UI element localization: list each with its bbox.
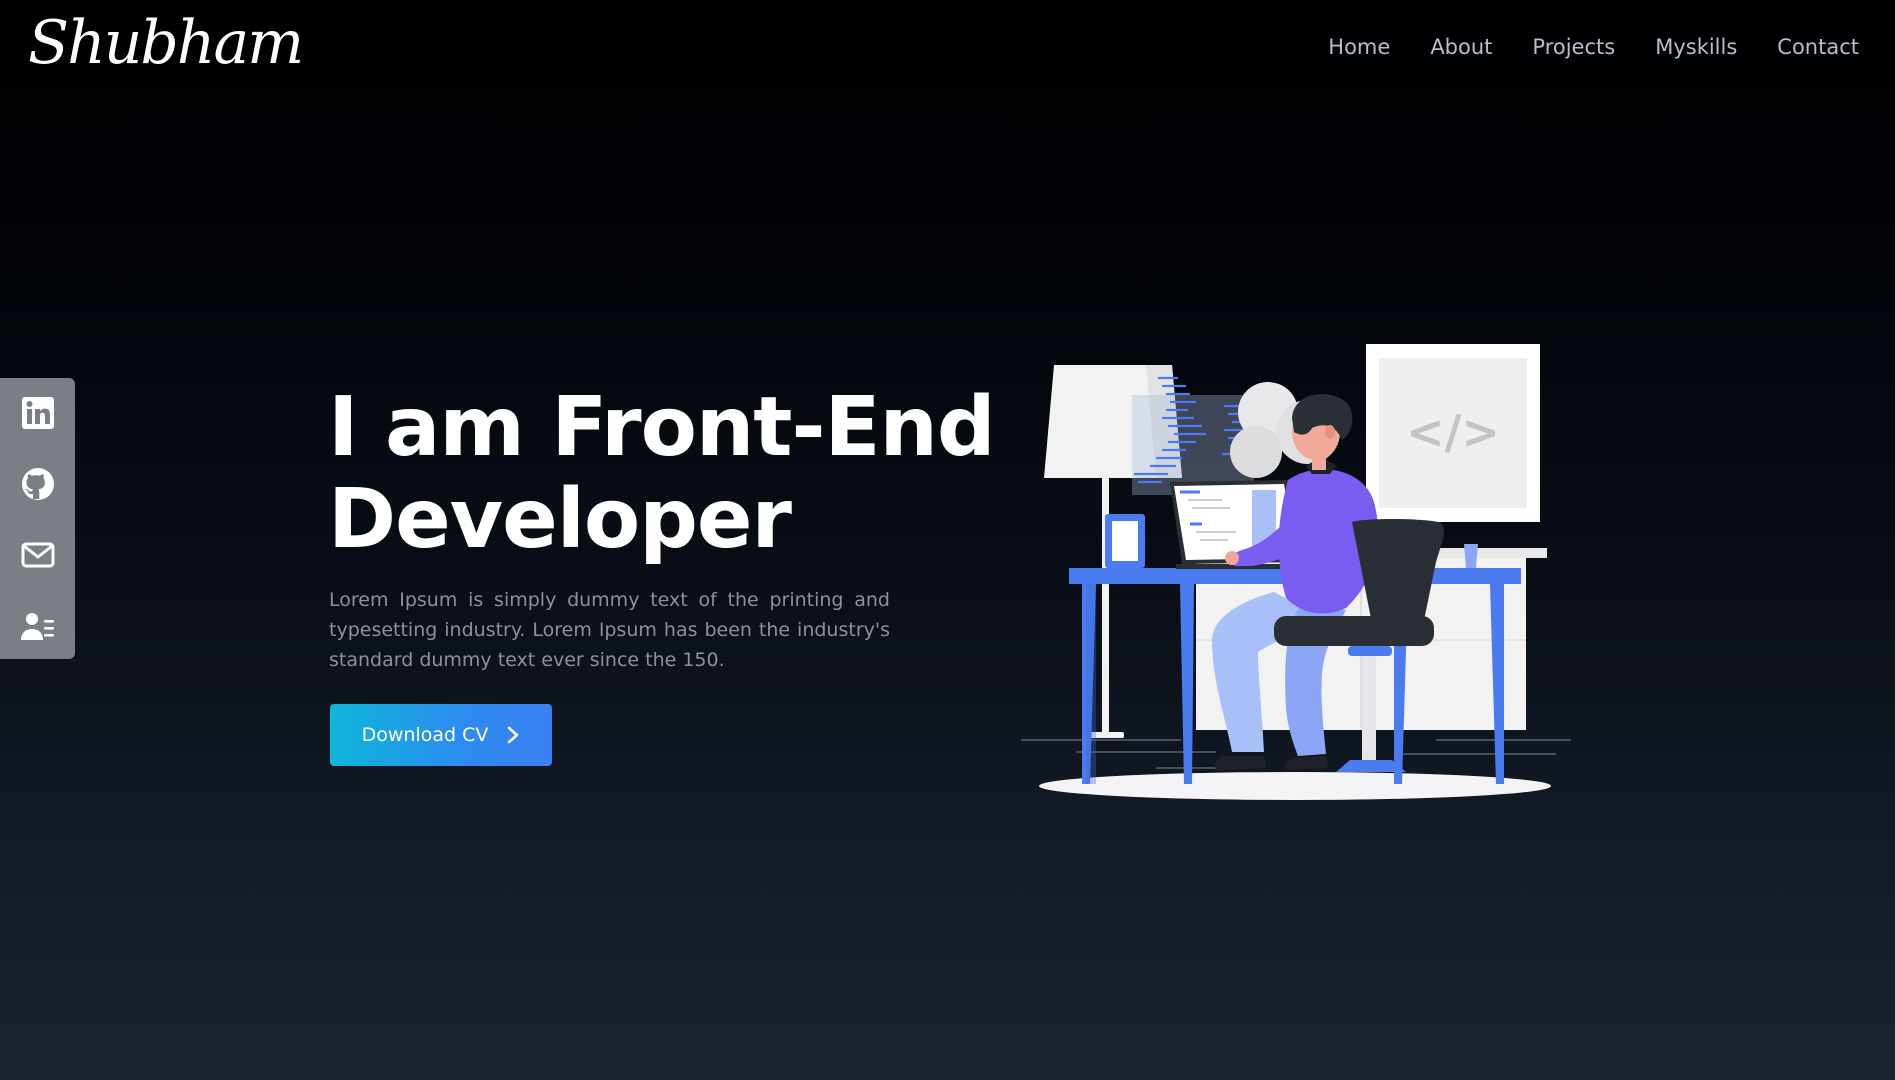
nav-link-home[interactable]: Home [1328, 35, 1390, 59]
nav-link-about[interactable]: About [1430, 35, 1492, 59]
github-icon [21, 468, 54, 500]
download-cv-label: Download CV [361, 724, 489, 746]
chevron-right-icon [508, 726, 519, 744]
email-link[interactable] [19, 537, 57, 573]
contact-card-link[interactable] [19, 608, 57, 644]
linkedin-link[interactable] [19, 395, 57, 431]
nav-link-projects[interactable]: Projects [1532, 35, 1615, 59]
nav-link-contact[interactable]: Contact [1777, 35, 1859, 59]
main-nav: Home About Projects Myskills Contact [1328, 35, 1859, 59]
code-symbol: </> [1406, 405, 1500, 459]
github-link[interactable] [19, 466, 57, 502]
nav-link-myskills[interactable]: Myskills [1655, 35, 1737, 59]
linkedin-icon [21, 397, 54, 429]
code-screen: </> [1366, 344, 1540, 522]
developer-illustration: </> [1021, 344, 1571, 800]
hero-description: Lorem Ipsum is simply dummy text of the … [329, 589, 890, 671]
mail-icon [21, 542, 54, 568]
cup [1464, 544, 1478, 568]
social-sidebar [0, 378, 75, 659]
contact-card-icon [20, 613, 54, 640]
hero-title: I am Front-End Developer [328, 380, 996, 567]
hero-title-line-2: Developer [328, 472, 792, 567]
download-cv-button[interactable]: Download CV [330, 704, 552, 766]
floor-shadow [1039, 772, 1551, 800]
hero-title-line-1: I am Front-End [328, 380, 996, 475]
photo-frame [1105, 514, 1145, 568]
site-logo[interactable]: Shubham [28, 8, 304, 78]
